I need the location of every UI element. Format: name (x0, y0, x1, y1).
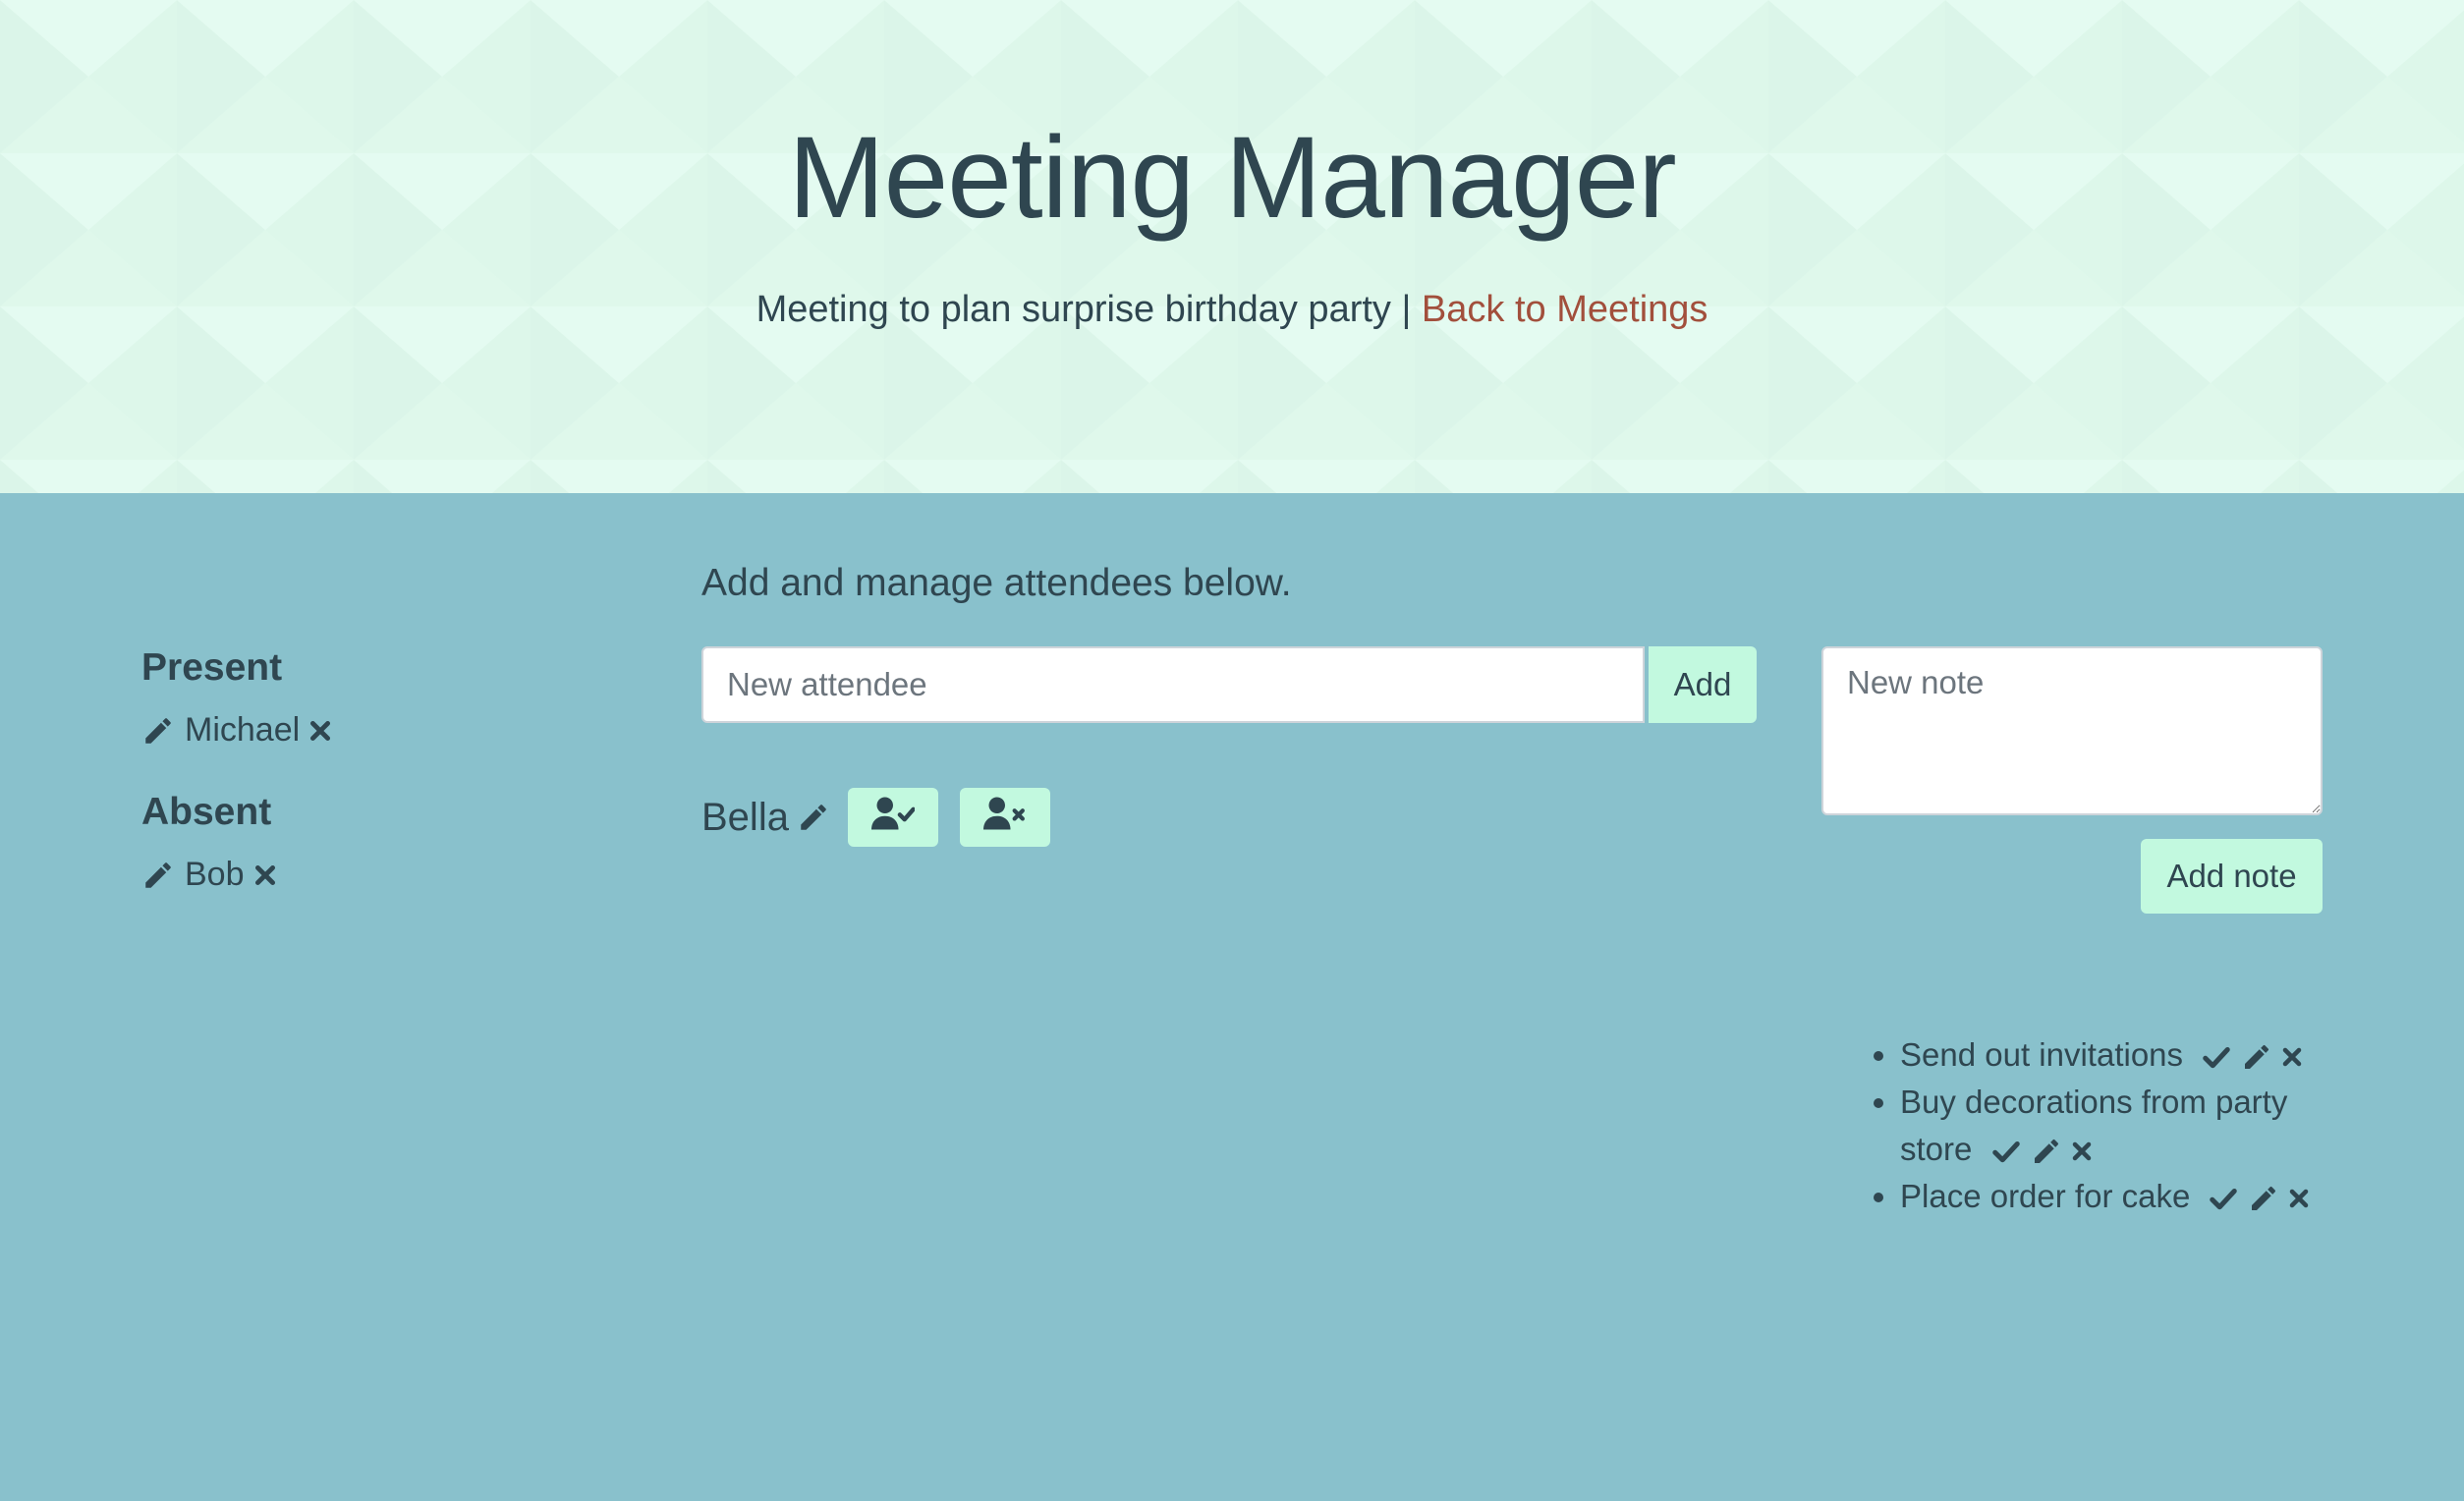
add-attendee-form: Add (701, 646, 1757, 723)
pending-attendee-item: Bella (701, 786, 1050, 849)
page-title: Meeting Manager (788, 113, 1676, 243)
close-icon[interactable] (2070, 1140, 2094, 1163)
page-header: Meeting Manager Meeting to plan surprise… (0, 0, 2464, 493)
note-text: Buy decorations from party store (1900, 1084, 2288, 1167)
attendee-name: Bob (185, 856, 245, 894)
present-heading: Present (141, 646, 283, 689)
add-attendee-button[interactable]: Add (1649, 646, 1757, 723)
pencil-icon[interactable] (141, 859, 175, 892)
user-times-icon (982, 796, 1027, 839)
note-text: Send out invitations (1900, 1036, 2184, 1073)
note-text: Place order for cake (1900, 1178, 2191, 1214)
attendee-name: Michael (185, 711, 301, 750)
close-icon[interactable] (308, 718, 333, 744)
close-icon[interactable] (252, 862, 278, 888)
attendee-name: Bella (701, 795, 789, 839)
header-background-pattern (0, 0, 2464, 493)
main-content: Present Michael Absent Bob Add and manag… (0, 493, 2464, 1501)
note-item: Send out invitations (1900, 1031, 2332, 1079)
attendee-instructions: Add and manage attendees below. (701, 562, 1292, 604)
back-to-meetings-link[interactable]: Back to Meetings (1422, 289, 1708, 330)
meeting-subtitle: Meeting to plan surprise birthday party … (0, 288, 2464, 333)
add-note-button[interactable]: Add note (2141, 839, 2323, 914)
notes-list: Send out invitations Buy decorations fro… (1821, 1031, 2332, 1220)
meeting-description: Meeting to plan surprise birthday party (756, 289, 1391, 330)
check-icon[interactable] (1989, 1137, 2023, 1166)
close-icon[interactable] (2280, 1045, 2304, 1069)
check-icon[interactable] (2207, 1184, 2240, 1213)
pencil-icon[interactable] (141, 714, 175, 748)
check-icon[interactable] (2200, 1042, 2233, 1072)
note-item: Place order for cake (1900, 1173, 2332, 1220)
close-icon[interactable] (2287, 1187, 2311, 1210)
pencil-icon[interactable] (797, 801, 830, 834)
mark-present-button[interactable] (847, 788, 938, 847)
absent-heading: Absent (141, 790, 272, 833)
present-attendee-item: Michael (141, 709, 633, 752)
subtitle-separator: | (1401, 289, 1412, 330)
pencil-icon[interactable] (2248, 1183, 2279, 1214)
mark-absent-button[interactable] (959, 788, 1050, 847)
pencil-icon[interactable] (2241, 1041, 2272, 1073)
attendance-panel: Present Michael Absent Bob (141, 645, 633, 934)
note-item: Buy decorations from party store (1900, 1079, 2332, 1173)
absent-attendee-item: Bob (141, 854, 633, 897)
user-check-icon (870, 796, 916, 839)
new-note-textarea[interactable] (1821, 646, 2323, 815)
pencil-icon[interactable] (2031, 1136, 2062, 1167)
new-attendee-input[interactable] (701, 646, 1645, 723)
